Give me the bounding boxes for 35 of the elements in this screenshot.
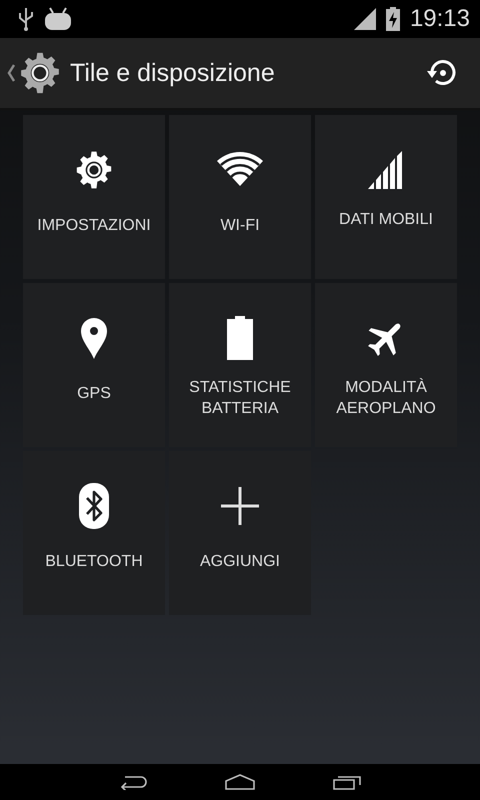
tile-label: MODALITÀ AEROPLANO [335, 377, 437, 419]
tile-label: WI-FI [219, 216, 261, 236]
home-button[interactable] [225, 774, 255, 790]
quick-tile[interactable]: GPS [23, 283, 165, 447]
clock: 19:13 [410, 5, 470, 33]
signal-icon [354, 8, 376, 30]
quick-tile[interactable]: STATISTICHE BATTERIA [169, 283, 311, 447]
wifi-icon [216, 152, 264, 188]
quick-tile[interactable]: IMPOSTAZIONI [23, 115, 165, 279]
tile-label: BLUETOOTH [44, 552, 144, 572]
settings-icon [74, 150, 114, 190]
quick-tile[interactable]: AGGIUNGI [169, 451, 311, 615]
back-button[interactable] [119, 774, 147, 790]
usb-icon [18, 7, 34, 31]
tile-label: DATI MOBILI [338, 210, 434, 230]
signal-icon [368, 151, 404, 189]
plus-icon [221, 487, 259, 525]
recents-button[interactable] [333, 774, 361, 790]
caret-icon [6, 63, 16, 83]
up-button[interactable] [6, 51, 62, 95]
screen-title: Tile e disposizione [70, 58, 276, 88]
tile-label: STATISTICHE BATTERIA [188, 378, 292, 419]
robot-icon [44, 7, 72, 31]
location-pin-icon [80, 317, 108, 359]
battery-charging-icon [386, 7, 400, 31]
battery-icon [226, 316, 254, 360]
settings-icon [18, 51, 62, 95]
tile-label: GPS [76, 384, 112, 404]
quick-tile[interactable]: WI-FI [169, 115, 311, 279]
quick-tile[interactable]: BLUETOOTH [23, 451, 165, 615]
tile-label: AGGIUNGI [198, 552, 281, 572]
quick-tile[interactable]: DATI MOBILI [315, 115, 457, 279]
quick-tile[interactable]: MODALITÀ AEROPLANO [315, 283, 457, 447]
bluetooth-icon [79, 483, 109, 529]
tile-label: IMPOSTAZIONI [36, 216, 152, 236]
